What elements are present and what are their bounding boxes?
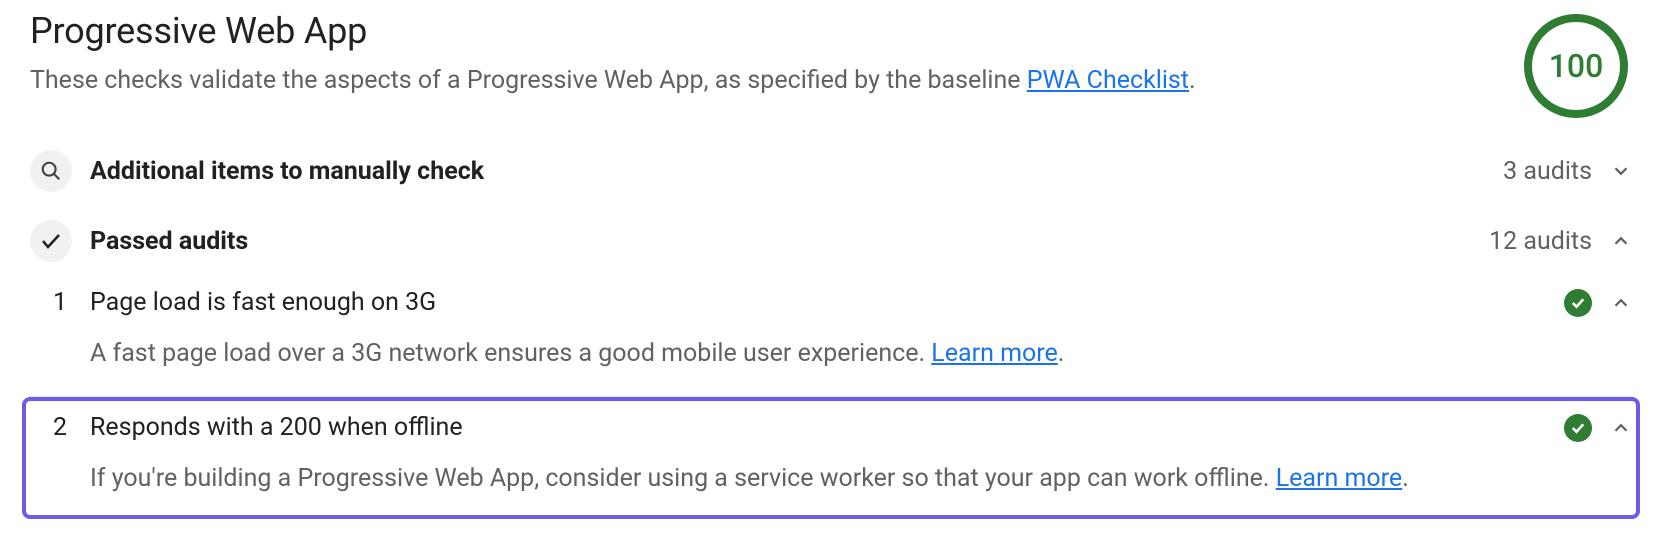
chevron-up-icon <box>1610 230 1632 252</box>
search-icon <box>30 150 72 192</box>
audit-item-1: 1 Page load is fast enough on 3G A fast … <box>30 276 1632 390</box>
pwa-checklist-link[interactable]: PWA Checklist <box>1027 66 1189 95</box>
pass-badge-icon <box>1564 414 1592 442</box>
header-text-block: Progressive Web App These checks validat… <box>30 10 1524 95</box>
chevron-up-icon <box>1610 292 1632 314</box>
chevron-down-icon <box>1610 160 1632 182</box>
audit-row[interactable]: 2 Responds with a 200 when offline <box>30 401 1632 450</box>
audit-desc-prefix: A fast page load over a 3G network ensur… <box>90 339 931 368</box>
chevron-up-icon <box>1610 417 1632 439</box>
category-header: Progressive Web App These checks validat… <box>30 10 1632 118</box>
audit-description: A fast page load over a 3G network ensur… <box>30 325 1632 390</box>
audit-desc-suffix: . <box>1402 464 1409 493</box>
passed-audits-count: 12 audits <box>1489 227 1592 256</box>
audit-desc-suffix: . <box>1058 339 1065 368</box>
audit-description: If you're building a Progressive Web App… <box>30 450 1632 515</box>
score-gauge: 100 <box>1524 14 1628 118</box>
manual-checks-count: 3 audits <box>1503 157 1592 186</box>
check-icon <box>30 220 72 262</box>
subtitle-prefix: These checks validate the aspects of a P… <box>30 66 1027 95</box>
audit-item-2-highlighted: 2 Responds with a 200 when offline If yo… <box>22 397 1640 519</box>
category-subtitle: These checks validate the aspects of a P… <box>30 66 1524 95</box>
manual-checks-title: Additional items to manually check <box>90 157 1503 186</box>
passed-audits-header[interactable]: Passed audits 12 audits <box>30 206 1632 276</box>
learn-more-link[interactable]: Learn more <box>1276 464 1402 493</box>
manual-checks-header[interactable]: Additional items to manually check 3 aud… <box>30 136 1632 206</box>
score-value: 100 <box>1549 47 1604 85</box>
audit-title: Responds with a 200 when offline <box>90 413 1564 442</box>
audit-row[interactable]: 1 Page load is fast enough on 3G <box>30 276 1632 325</box>
audit-number: 1 <box>30 288 90 317</box>
category-title: Progressive Web App <box>30 10 1524 52</box>
audit-desc-prefix: If you're building a Progressive Web App… <box>90 464 1276 493</box>
audit-title: Page load is fast enough on 3G <box>90 288 1564 317</box>
learn-more-link[interactable]: Learn more <box>931 339 1057 368</box>
pass-badge-icon <box>1564 289 1592 317</box>
passed-audits-title: Passed audits <box>90 227 1489 256</box>
subtitle-suffix: . <box>1189 66 1196 95</box>
audit-number: 2 <box>30 413 90 442</box>
